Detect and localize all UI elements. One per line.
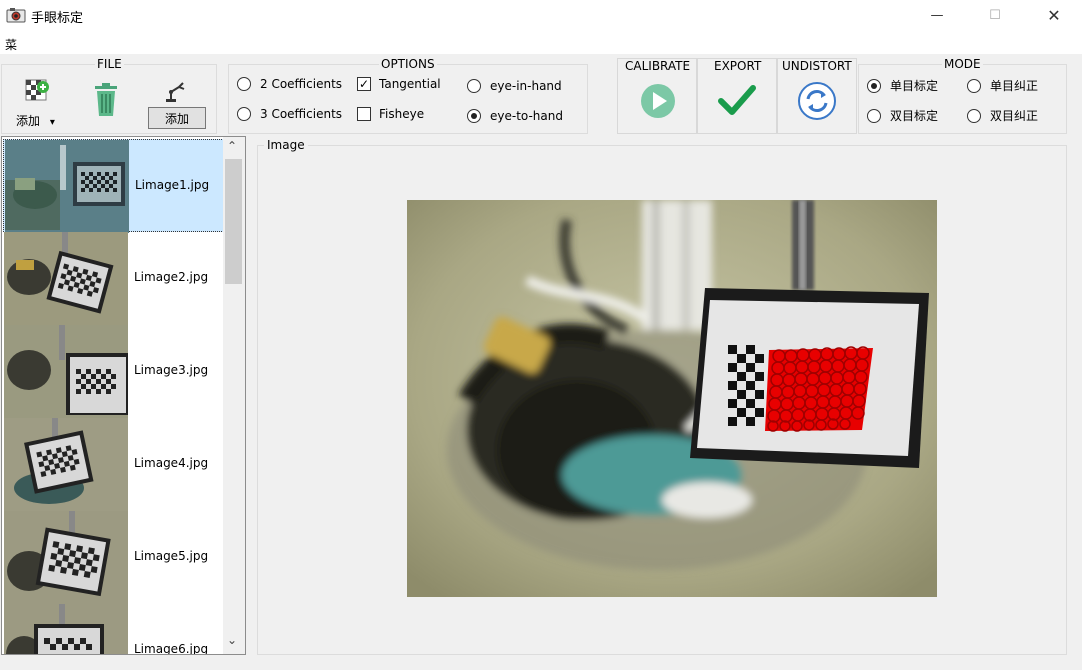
- fisheye-label: Fisheye: [379, 107, 425, 121]
- add-images-button[interactable]: 添加 ▾: [16, 112, 64, 128]
- checkbox-box: [357, 107, 371, 121]
- checkerboard-target: [690, 288, 929, 468]
- chevron-down-icon: ⌄: [227, 633, 238, 647]
- add-images-label: 添加: [16, 114, 41, 128]
- radio-circle-checked: [867, 78, 881, 93]
- minimize-icon: —: [930, 7, 944, 23]
- add-images-icon-button[interactable]: [22, 78, 52, 106]
- add-checkerboard-icon: [25, 79, 49, 101]
- image-thumbnail: [5, 140, 129, 233]
- options-group-title: OPTIONS: [379, 57, 437, 71]
- window-title: 手眼标定: [31, 11, 84, 26]
- robot-arm-icon: [166, 82, 185, 102]
- list-item[interactable]: Limage2.jpg: [3, 232, 224, 325]
- eye-to-hand-label: eye-to-hand: [490, 109, 563, 123]
- add-robot-pose-label: 添加: [164, 111, 189, 126]
- list-item[interactable]: Limage1.jpg: [3, 139, 224, 233]
- minimize-button[interactable]: —: [914, 0, 960, 30]
- close-button[interactable]: ✕: [1031, 0, 1077, 30]
- stereo-calib-label: 双目标定: [890, 109, 939, 123]
- list-item[interactable]: Limage3.jpg: [3, 325, 224, 418]
- list-item[interactable]: Limage4.jpg: [3, 418, 224, 511]
- image-thumbnail: [4, 232, 128, 325]
- add-robot-pose-button[interactable]: 添加: [148, 107, 206, 129]
- mode-group-title: MODE: [942, 57, 983, 71]
- title-bar: 手眼标定 — ☐ ✕: [0, 0, 1082, 30]
- mono-rectify-label: 单目纠正: [990, 79, 1039, 93]
- radio-circle-checked: [467, 109, 481, 123]
- mono-calib-radio[interactable]: 单目标定: [867, 77, 938, 94]
- scroll-up-button[interactable]: ⌃: [227, 139, 237, 153]
- radio-circle: [967, 108, 981, 123]
- refresh-icon: [798, 82, 836, 120]
- image-filename: Limage1.jpg: [135, 178, 210, 192]
- export-label: EXPORT: [714, 59, 762, 73]
- radio-circle: [467, 79, 481, 93]
- calibrate-label: CALIBRATE: [625, 59, 691, 73]
- image-thumbnail: [4, 418, 128, 511]
- list-item[interactable]: Limage6.jpg: [3, 604, 224, 655]
- list-scrollbar[interactable]: ⌃ ⌄: [223, 137, 245, 654]
- undistort-button[interactable]: UNDISTORT: [777, 58, 857, 134]
- coeff3-label: 3 Coefficients: [260, 107, 343, 121]
- eye-in-hand-label: eye-in-hand: [490, 79, 562, 93]
- chevron-up-icon: ⌃: [227, 139, 238, 153]
- undistort-label: UNDISTORT: [782, 59, 852, 73]
- radio-circle: [237, 77, 251, 91]
- coeff2-radio[interactable]: 2 Coefficients: [237, 77, 342, 91]
- image-filename: Limage2.jpg: [134, 270, 209, 284]
- camera-app-icon: [6, 8, 26, 23]
- image-viewer-title: Image: [264, 138, 308, 152]
- stereo-rectify-radio[interactable]: 双目纠正: [967, 107, 1038, 124]
- maximize-button[interactable]: ☐: [972, 0, 1018, 30]
- mono-rectify-radio[interactable]: 单目纠正: [967, 77, 1038, 94]
- eye-to-hand-radio[interactable]: eye-to-hand: [467, 109, 563, 123]
- radio-circle: [967, 78, 981, 93]
- checkmark-export-icon: [718, 85, 756, 115]
- tangential-checkbox[interactable]: ✓ Tangential: [357, 77, 441, 91]
- mono-calib-label: 单目标定: [890, 79, 939, 93]
- close-icon: ✕: [1047, 5, 1061, 25]
- checkmark-icon: ✓: [357, 77, 371, 91]
- list-item[interactable]: Limage5.jpg: [3, 511, 224, 604]
- delete-images-button[interactable]: [92, 82, 120, 118]
- image-thumbnail: [4, 511, 128, 604]
- radio-circle: [867, 108, 881, 123]
- export-button[interactable]: EXPORT: [697, 58, 777, 134]
- image-display: [407, 200, 937, 597]
- options-group: OPTIONS: [228, 57, 588, 134]
- scroll-down-button[interactable]: ⌄: [227, 633, 237, 647]
- image-filename: Limage6.jpg: [134, 642, 209, 655]
- eye-in-hand-radio[interactable]: eye-in-hand: [467, 79, 562, 93]
- image-list[interactable]: Limage1.jpg Limage2.jpg Limage3.jpg Lima…: [1, 136, 246, 655]
- image-filename: Limage3.jpg: [134, 363, 209, 377]
- calibration-image: [407, 200, 937, 597]
- tangential-label: Tangential: [379, 77, 441, 91]
- play-icon: [641, 84, 675, 118]
- coeff2-label: 2 Coefficients: [260, 77, 343, 91]
- dropdown-arrow-icon: ▾: [49, 117, 55, 128]
- radio-circle: [237, 107, 251, 121]
- robot-arm-icon-holder: [163, 80, 187, 104]
- coeff3-radio[interactable]: 3 Coefficients: [237, 107, 342, 121]
- image-thumbnail: [4, 604, 128, 654]
- stereo-calib-radio[interactable]: 双目标定: [867, 107, 938, 124]
- image-thumbnail: [4, 325, 128, 418]
- calibrate-button[interactable]: CALIBRATE: [617, 58, 697, 134]
- file-group-title: FILE: [95, 57, 124, 71]
- stereo-rectify-label: 双目纠正: [990, 109, 1039, 123]
- trash-icon: [95, 83, 117, 116]
- image-filename: Limage5.jpg: [134, 549, 209, 563]
- scroll-thumb[interactable]: [225, 159, 242, 284]
- fisheye-checkbox[interactable]: Fisheye: [357, 107, 424, 121]
- maximize-icon: ☐: [989, 7, 1001, 23]
- image-filename: Limage4.jpg: [134, 456, 209, 470]
